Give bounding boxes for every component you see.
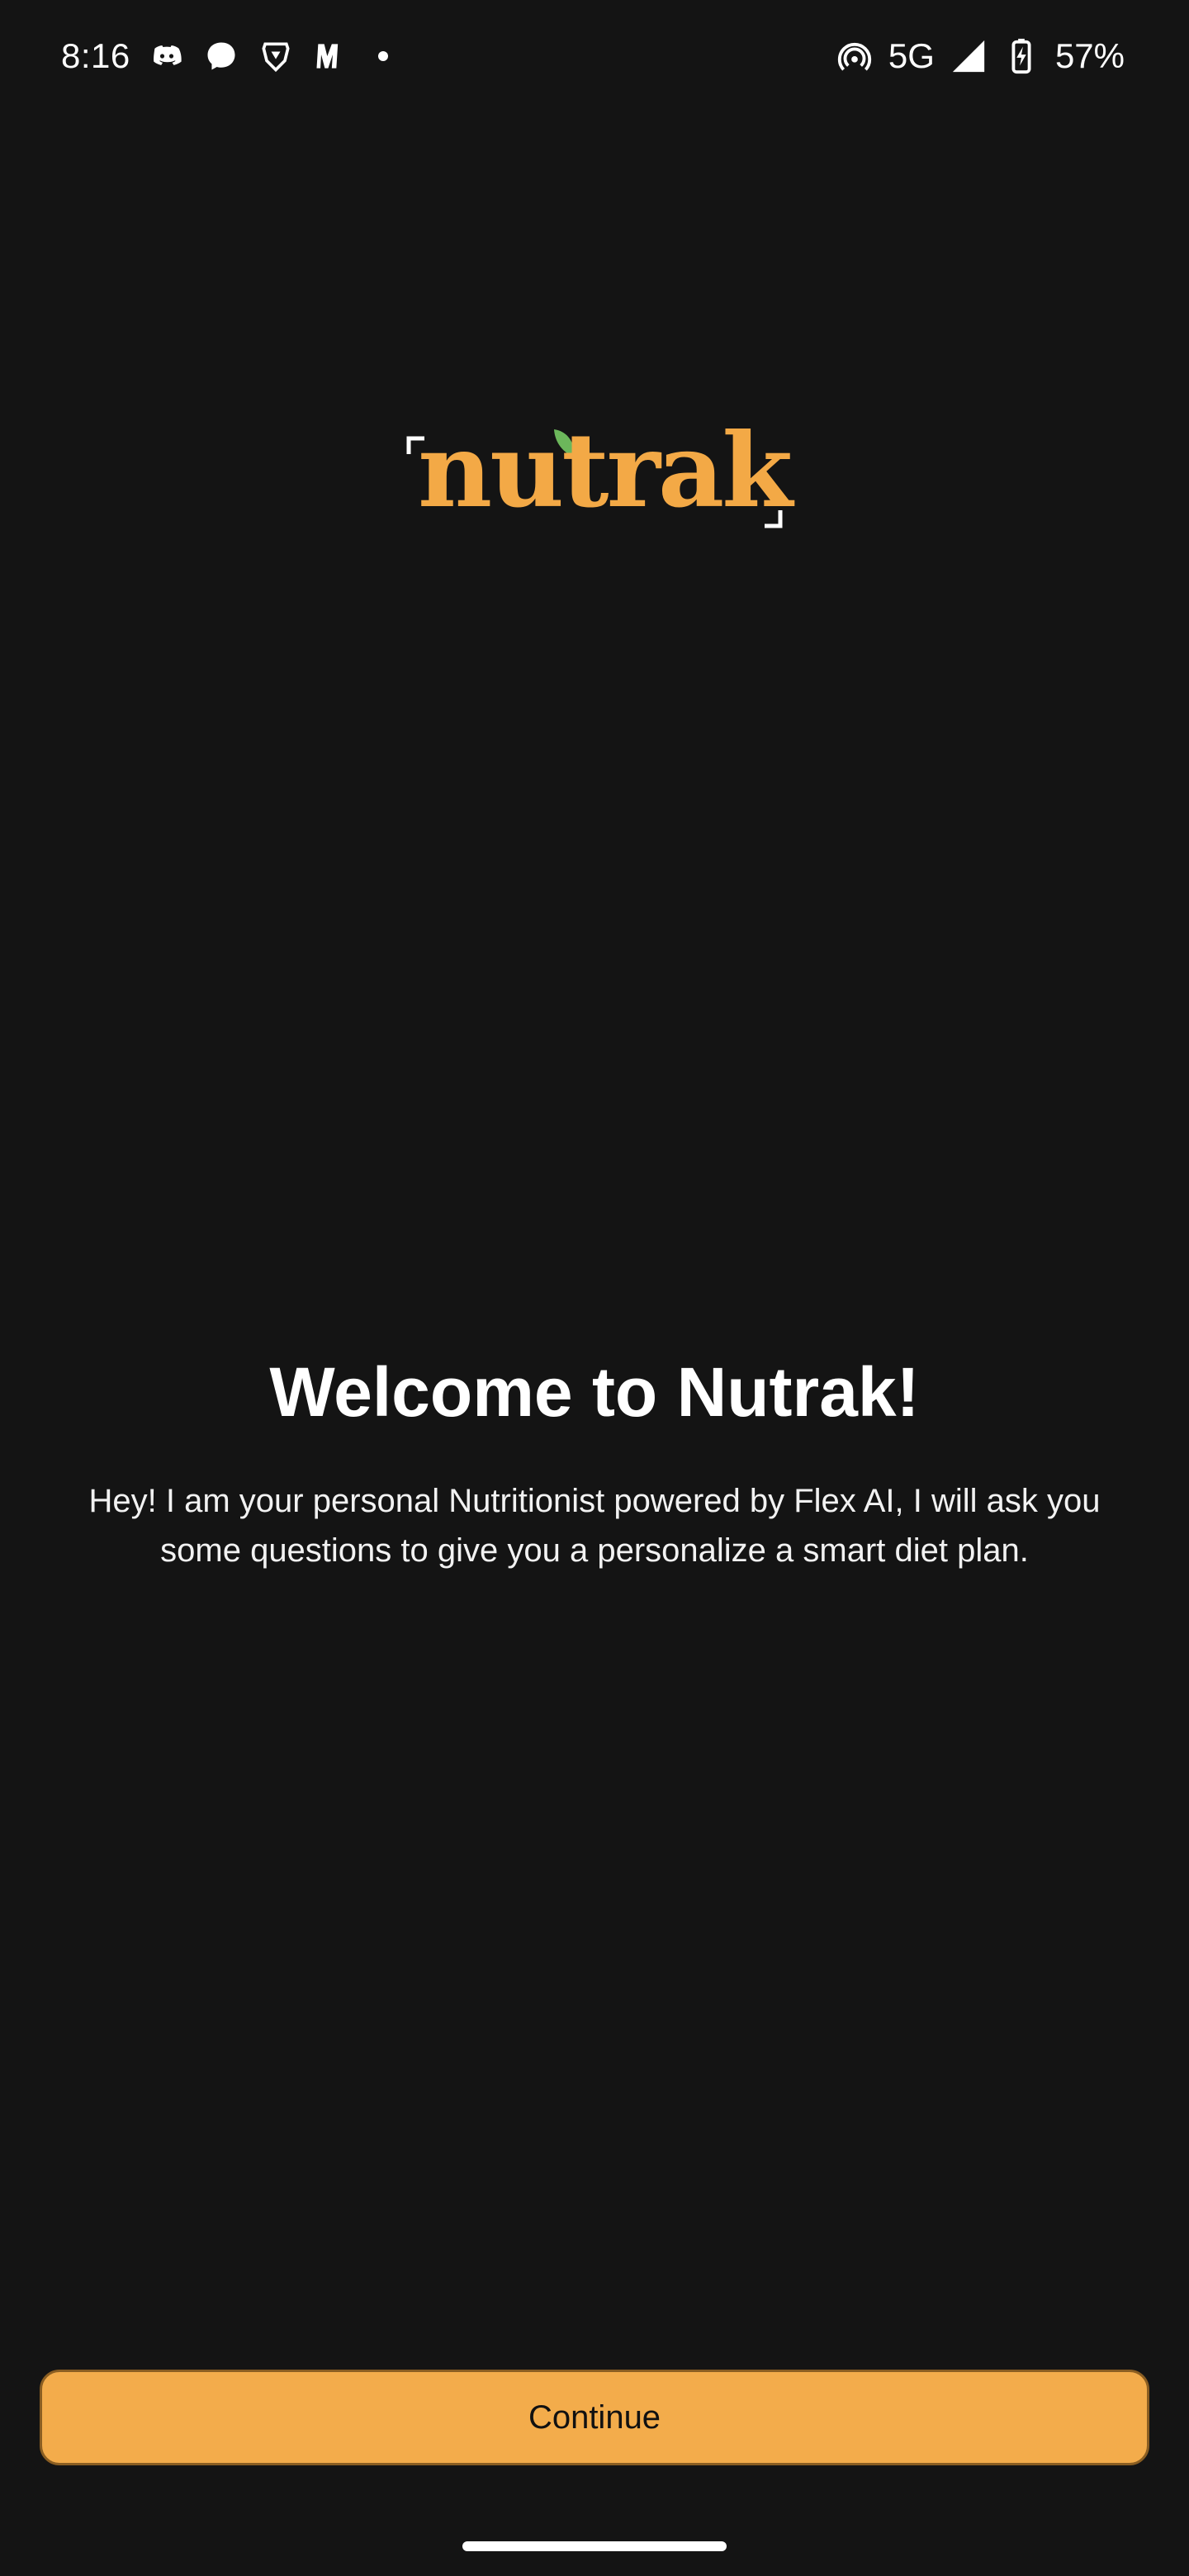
status-right: 5G 57% xyxy=(836,36,1125,76)
battery-charging-icon xyxy=(1002,37,1040,75)
signal-icon xyxy=(950,37,988,75)
logo-corner-bottom-right xyxy=(765,510,783,528)
status-time: 8:16 xyxy=(61,36,130,75)
more-notifications-dot xyxy=(377,51,388,61)
network-type: 5G xyxy=(888,36,935,75)
discord-icon xyxy=(149,38,185,74)
status-bar: 8:16 5G 57% xyxy=(0,0,1189,116)
status-left: 8:16 xyxy=(61,36,388,76)
welcome-title: Welcome to Nutrak! xyxy=(269,1353,920,1431)
logo-wordmark: nutrak xyxy=(418,411,793,531)
welcome-description: Hey! I am your personal Nutritionist pow… xyxy=(88,1483,1101,1569)
hotspot-icon xyxy=(836,37,874,75)
brave-icon xyxy=(258,38,294,74)
messenger-icon xyxy=(203,38,239,74)
home-indicator[interactable] xyxy=(462,2541,727,2551)
myntra-icon xyxy=(312,38,348,74)
battery-level: 57% xyxy=(1054,36,1125,75)
continue-button[interactable]: Continue xyxy=(40,2370,1149,2465)
nutrak-logo: nutrak xyxy=(398,411,793,543)
